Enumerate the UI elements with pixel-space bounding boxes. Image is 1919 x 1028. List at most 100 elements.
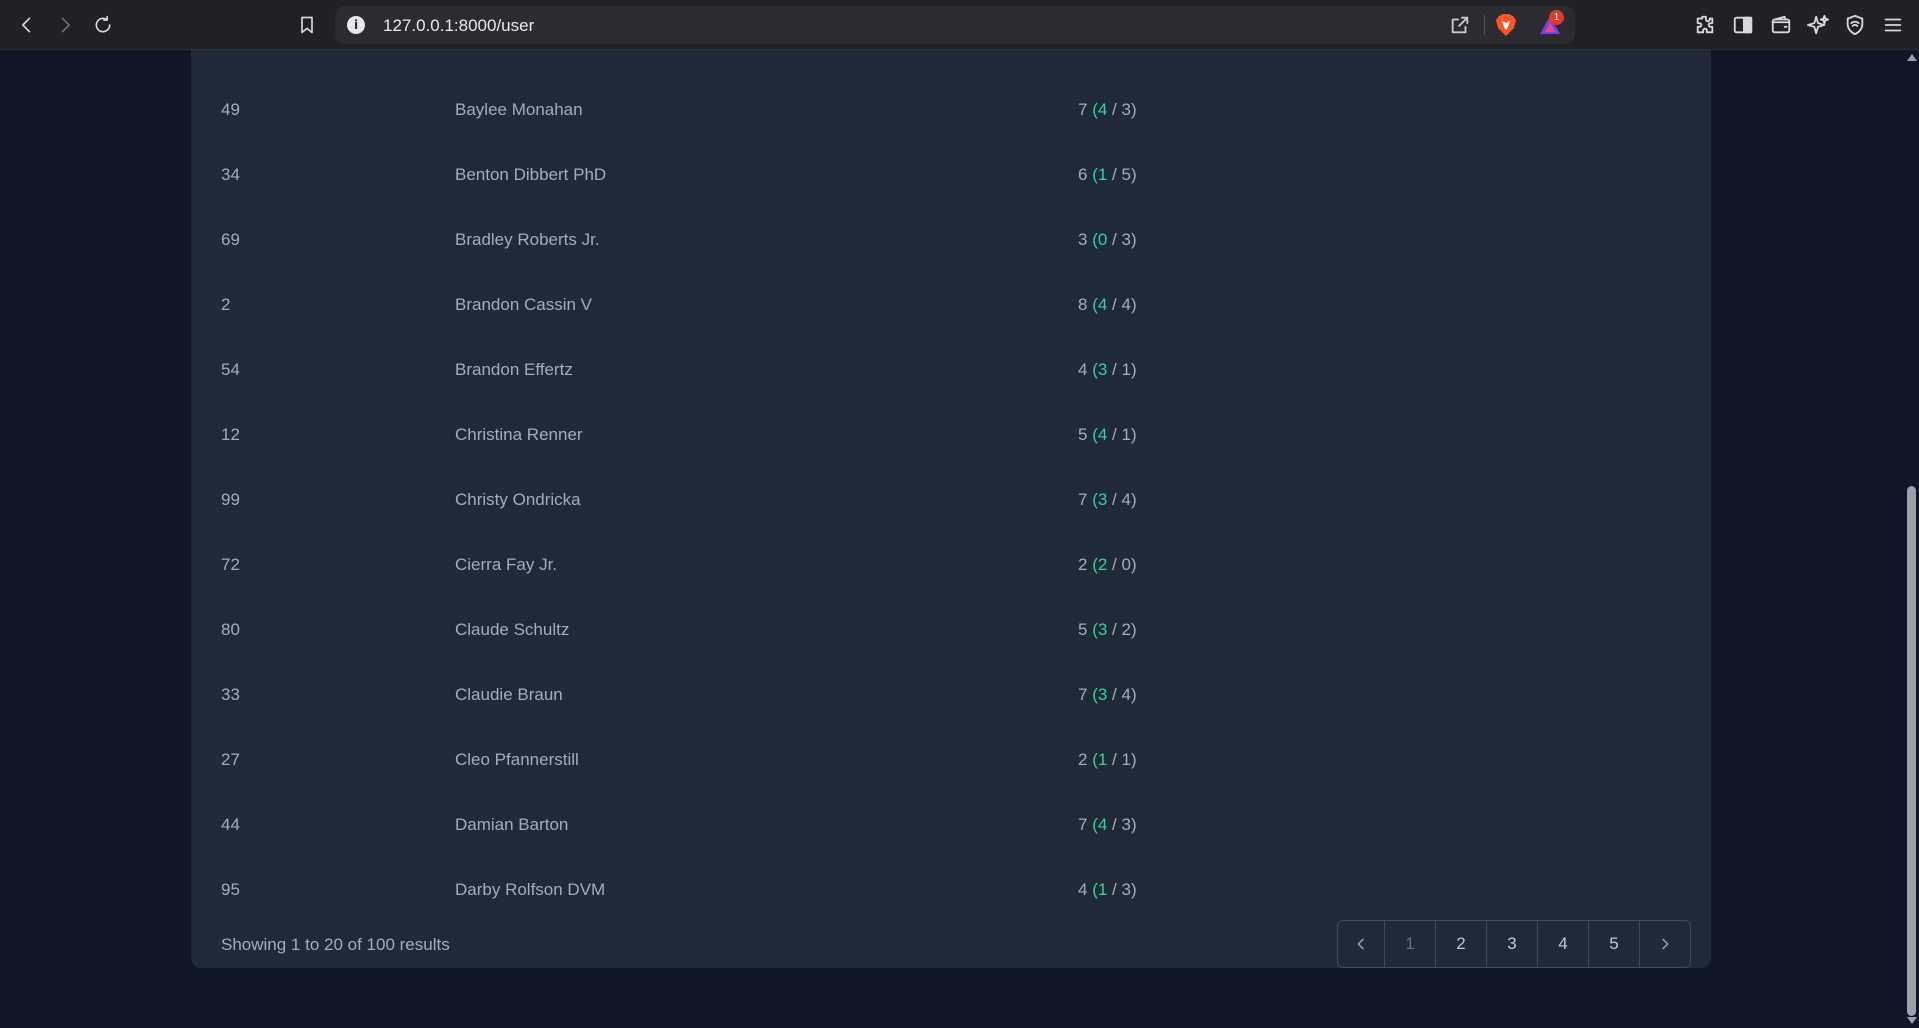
user-id-cell: 49 (221, 100, 240, 119)
user-id-cell: 33 (221, 685, 240, 704)
scroll-down-arrow-icon[interactable] (1907, 1017, 1917, 1024)
vpn-icon[interactable] (1840, 10, 1870, 40)
sidebar-icon[interactable] (1728, 10, 1758, 40)
stats-close-paren: ) (1130, 230, 1137, 249)
address-bar[interactable]: i 127.0.0.1:8000/user 1 (335, 6, 1575, 44)
page-button-2[interactable]: 2 (1435, 921, 1486, 967)
browser-toolbar: i 127.0.0.1:8000/user 1 (0, 0, 1919, 50)
user-stats-cell: 2 (2 / 0) (1078, 532, 1137, 597)
stats-open-paren: ( (1087, 100, 1098, 119)
user-name-cell: Cleo Pfannerstill (455, 750, 579, 769)
stats-separator: / (1107, 295, 1122, 314)
stats-positive: 1 (1097, 880, 1108, 899)
user-name-cell: Cierra Fay Jr. (455, 555, 558, 574)
stats-positive: 3 (1097, 490, 1108, 509)
scroll-up-arrow-icon[interactable] (1907, 54, 1917, 61)
user-id-cell: 95 (221, 880, 240, 899)
stats-separator: / (1107, 490, 1122, 509)
stats-other: 1 (1121, 360, 1131, 379)
stats-positive: 0 (1097, 230, 1108, 249)
stats-separator: / (1107, 360, 1122, 379)
user-name-cell: Benton Dibbert PhD (455, 165, 607, 184)
forward-icon[interactable] (50, 10, 80, 40)
previous-page-button[interactable] (1338, 921, 1384, 967)
page-button-4[interactable]: 4 (1537, 921, 1588, 967)
stats-other: 3 (1121, 815, 1131, 834)
user-stats-cell: 5 (3 / 2) (1078, 597, 1137, 662)
user-id-cell: 99 (221, 490, 240, 509)
page-button-1: 1 (1384, 921, 1435, 967)
scrollbar-thumb[interactable] (1907, 486, 1916, 1016)
stats-positive: 4 (1097, 100, 1108, 119)
stats-positive: 1 (1097, 165, 1108, 184)
stats-positive: 4 (1097, 295, 1108, 314)
stats-open-paren: ( (1087, 880, 1098, 899)
stats-close-paren: ) (1130, 360, 1137, 379)
reload-icon[interactable] (88, 10, 118, 40)
table-row: 69 Bradley Roberts Jr. 3 (0 / 3) (191, 207, 1711, 272)
user-id-cell: 54 (221, 360, 240, 379)
stats-separator: / (1107, 165, 1122, 184)
stats-close-paren: ) (1130, 295, 1137, 314)
table-row: 95 Darby Rolfson DVM 4 (1 / 3) (191, 857, 1711, 922)
stats-close-paren: ) (1130, 490, 1137, 509)
brave-shields-icon[interactable] (1495, 13, 1517, 37)
bookmark-icon[interactable] (292, 10, 322, 40)
user-stats-cell: 7 (3 / 4) (1078, 662, 1137, 727)
stats-close-paren: ) (1130, 750, 1137, 769)
url-text[interactable]: 127.0.0.1:8000/user (383, 16, 534, 36)
user-stats-cell: 7 (4 / 3) (1078, 792, 1137, 857)
extensions-icon[interactable] (1690, 10, 1720, 40)
user-name-cell: Brandon Effertz (455, 360, 573, 379)
stats-other: 2 (1121, 620, 1131, 639)
user-id-cell: 12 (221, 425, 240, 444)
stats-other: 4 (1121, 490, 1131, 509)
table-row: 44 Damian Barton 7 (4 / 3) (191, 792, 1711, 857)
stats-positive: 3 (1097, 360, 1108, 379)
rewards-badge: 1 (1549, 10, 1564, 25)
stats-close-paren: ) (1130, 425, 1137, 444)
stats-positive: 3 (1097, 685, 1108, 704)
next-page-button[interactable] (1639, 921, 1690, 967)
share-icon[interactable] (1449, 14, 1471, 36)
stats-open-paren: ( (1087, 815, 1098, 834)
user-id-cell: 80 (221, 620, 240, 639)
stats-positive: 1 (1097, 750, 1108, 769)
stats-separator: / (1107, 230, 1122, 249)
table-row: 54 Brandon Effertz 4 (3 / 1) (191, 337, 1711, 402)
table-row: 49 Baylee Monahan 7 (4 / 3) (191, 77, 1711, 142)
user-name-cell: Brandon Cassin V (455, 295, 593, 314)
stats-close-paren: ) (1130, 100, 1137, 119)
user-name-cell: Darby Rolfson DVM (455, 880, 606, 899)
stats-close-paren: ) (1130, 620, 1137, 639)
divider (1484, 15, 1485, 35)
leo-ai-icon[interactable] (1803, 10, 1833, 40)
table-row: 34 Benton Dibbert PhD 6 (1 / 5) (191, 142, 1711, 207)
stats-other: 5 (1121, 165, 1131, 184)
user-stats-cell: 2 (1 / 1) (1078, 727, 1137, 792)
wallet-icon[interactable] (1766, 10, 1796, 40)
page-button-3[interactable]: 3 (1486, 921, 1537, 967)
results-summary: Showing 1 to 20 of 100 results (221, 935, 450, 954)
stats-other: 1 (1121, 750, 1131, 769)
user-name-cell: Baylee Monahan (455, 100, 583, 119)
stats-open-paren: ( (1087, 620, 1098, 639)
page-scrollbar[interactable] (1904, 50, 1919, 1028)
stats-close-paren: ) (1130, 165, 1137, 184)
menu-icon[interactable] (1878, 10, 1908, 40)
stats-open-paren: ( (1087, 685, 1098, 704)
back-icon[interactable] (12, 10, 42, 40)
user-name-cell: Christina Renner (455, 425, 583, 444)
stats-close-paren: ) (1130, 685, 1137, 704)
user-id-cell: 44 (221, 815, 240, 834)
user-name-cell: Claude Schultz (455, 620, 570, 639)
table-row: 80 Claude Schultz 5 (3 / 2) (191, 597, 1711, 662)
page-button-5[interactable]: 5 (1588, 921, 1639, 967)
site-info-icon[interactable]: i (347, 16, 365, 34)
user-stats-cell: 7 (3 / 4) (1078, 467, 1137, 532)
stats-close-paren: ) (1130, 880, 1137, 899)
user-name-cell: Claudie Braun (455, 685, 563, 704)
table-row: 33 Claudie Braun 7 (3 / 4) (191, 662, 1711, 727)
stats-separator: / (1107, 425, 1122, 444)
stats-open-paren: ( (1087, 425, 1098, 444)
